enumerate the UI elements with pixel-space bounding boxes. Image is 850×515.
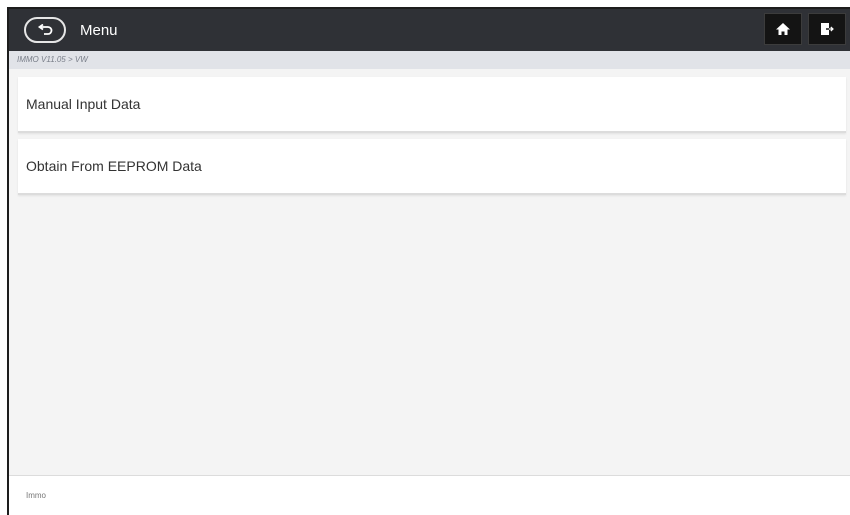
menu-item-label: Obtain From EEPROM Data — [26, 158, 202, 174]
exit-button[interactable] — [808, 13, 846, 45]
home-button[interactable] — [764, 13, 802, 45]
breadcrumb: IMMO V11.05 > VW — [9, 51, 850, 69]
back-button[interactable] — [24, 17, 66, 43]
back-arrow-icon — [37, 24, 53, 35]
title-bar: Menu — [9, 9, 850, 51]
footer-label: Immo — [26, 491, 46, 500]
exit-icon — [821, 23, 834, 35]
menu-item-label: Manual Input Data — [26, 96, 141, 112]
footer-bar: Immo — [9, 475, 850, 515]
menu-item-obtain-from-eeprom-data[interactable]: Obtain From EEPROM Data — [18, 139, 846, 195]
menu-list: Manual Input Data Obtain From EEPROM Dat… — [18, 77, 846, 201]
page-title: Menu — [80, 21, 118, 39]
app-window: Menu IMMO V11.05 > VW Manual Input Data … — [7, 7, 850, 515]
home-icon — [776, 23, 790, 35]
menu-item-manual-input-data[interactable]: Manual Input Data — [18, 77, 846, 133]
